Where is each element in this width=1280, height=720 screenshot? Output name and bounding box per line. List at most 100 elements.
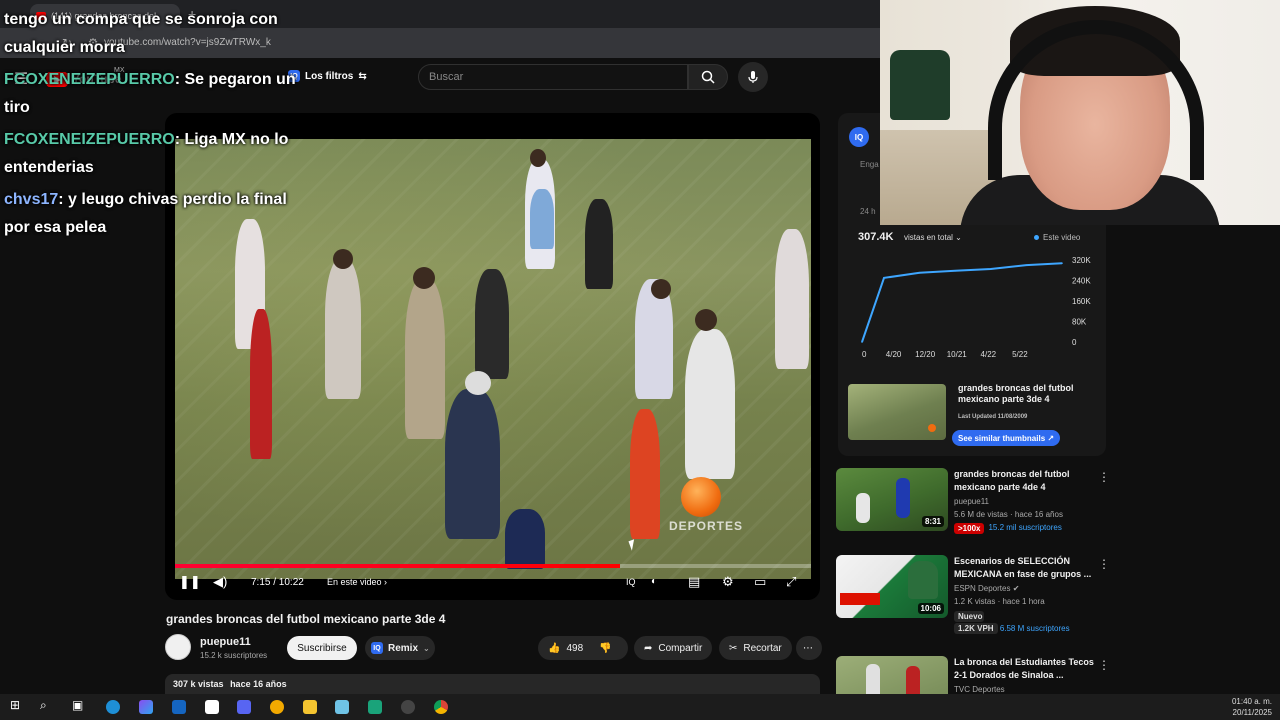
recommended-video[interactable]: La bronca del Estudiantes Tecos 2-1 Dora… xyxy=(836,656,1106,694)
more-vert-icon[interactable]: ⋮ xyxy=(1098,658,1106,672)
clock-date: 20/11/2025 xyxy=(1232,708,1272,717)
like-count[interactable]: 498 xyxy=(566,643,583,654)
legend-label: Este video xyxy=(1043,233,1081,242)
player-controls: ❚❚ ◀) 7:15 / 10:22 En este video › IQ ◐ … xyxy=(175,572,811,596)
chrome-icon[interactable] xyxy=(434,700,448,714)
subscribe-button[interactable]: Suscribirse xyxy=(287,636,357,660)
recommended-meta: 5.6 M de vistas · hace 16 años xyxy=(954,510,1063,519)
y-tick-label: 320K xyxy=(1072,256,1091,265)
more-vert-icon[interactable]: ⋮ xyxy=(1098,557,1110,571)
recommended-channel[interactable]: ESPN Deportes ✔ xyxy=(954,584,1019,593)
views-dropdown[interactable]: vistas en total ⌄ xyxy=(904,233,962,242)
app-icon[interactable] xyxy=(237,700,251,714)
copilot-icon[interactable] xyxy=(139,700,153,714)
duration-badge: 10:06 xyxy=(917,603,944,614)
thumbnail-title: grandes broncas del futbol mexicano part… xyxy=(958,383,1074,404)
volume-icon[interactable]: ◀) xyxy=(213,574,227,590)
y-tick-label: 0 xyxy=(1072,338,1077,347)
views-data-point xyxy=(954,269,956,272)
progress-bar[interactable] xyxy=(175,564,811,568)
broadcaster-watermark: DEPORTES xyxy=(669,519,744,533)
search-button[interactable] xyxy=(688,64,728,90)
vidiq-logo-icon[interactable]: IQ xyxy=(849,127,869,147)
file-explorer-icon[interactable] xyxy=(303,700,317,714)
sliders-icon: ⇆ xyxy=(358,70,367,82)
recommended-video[interactable]: 10:06 Escenarios de SELECCIÓN MEXICANA e… xyxy=(836,555,1110,634)
chevron-down-icon: ⌄ xyxy=(423,643,430,653)
search-icon xyxy=(701,70,715,84)
pause-icon[interactable]: ❚❚ xyxy=(179,574,201,590)
theater-mode-icon[interactable]: ▭ xyxy=(754,574,766,590)
recommended-video[interactable]: 8:31 grandes broncas del futbol mexicano… xyxy=(836,468,1110,538)
webcam-overlay xyxy=(880,0,1280,225)
recommended-thumbnail[interactable] xyxy=(836,656,948,694)
app-icon[interactable] xyxy=(368,700,382,714)
chevron-down-icon: ⌄ xyxy=(955,233,962,242)
clip-label: Recortar xyxy=(743,642,782,654)
settings-gear-icon[interactable]: ⚙ xyxy=(722,574,734,590)
recommended-channel[interactable]: TVC Deportes xyxy=(954,685,1005,694)
clock[interactable]: 01:40 a. m. 20/11/2025 xyxy=(1232,696,1272,718)
obs-icon[interactable] xyxy=(401,700,415,714)
y-tick-label: 80K xyxy=(1072,318,1087,327)
recommended-title[interactable]: Escenarios de SELECCIÓN MEXICANA en fase… xyxy=(954,555,1094,581)
legend-dot xyxy=(1034,235,1039,240)
search-input[interactable]: Buscar xyxy=(418,64,688,90)
search-taskbar-icon[interactable]: ⌕ xyxy=(40,698,54,712)
channel-avatar[interactable] xyxy=(165,634,191,660)
see-similar-thumbnails-button[interactable]: See similar thumbnails ↗ xyxy=(952,430,1061,446)
share-label: Compartir xyxy=(658,642,703,654)
dislike-icon[interactable]: 👎 xyxy=(599,643,611,654)
clip-button[interactable]: ✂ Recortar xyxy=(719,636,792,660)
recommended-thumbnail[interactable]: 10:06 xyxy=(836,555,948,618)
x-tick-label: 4/22 xyxy=(981,350,997,359)
remix-button[interactable]: IQ Remix ⌄ xyxy=(365,636,435,660)
recommended-thumbnail[interactable]: 8:31 xyxy=(836,468,948,531)
subtitles-icon[interactable]: ▤ xyxy=(688,574,700,590)
app-icon[interactable] xyxy=(335,700,349,714)
more-vert-icon[interactable]: ⋮ xyxy=(1098,470,1110,484)
app-icon[interactable] xyxy=(270,700,284,714)
period-label: 24 h xyxy=(860,207,876,216)
like-dislike-group: 👍 498 👎 xyxy=(538,636,628,660)
channel-name[interactable]: puepue11 xyxy=(200,636,251,648)
more-actions-button[interactable]: ⋯ xyxy=(796,636,822,660)
thumbnail-updated: Last Updated 11/08/2009 xyxy=(958,414,1028,420)
iq-player-icon[interactable]: IQ xyxy=(626,577,636,587)
voice-search-button[interactable] xyxy=(738,62,768,92)
chat-username: chvs17 xyxy=(4,191,59,208)
edge-icon[interactable] xyxy=(106,700,120,714)
share-button[interactable]: ➦ Compartir xyxy=(634,636,713,660)
chat-username: FCOXENEIZEPUERRO xyxy=(4,131,175,148)
recommended-channel-name: ESPN Deportes xyxy=(954,584,1011,593)
x-tick-label: 5/22 xyxy=(1012,350,1028,359)
channel-subscribers: 15.2 k suscriptores xyxy=(200,651,268,660)
views-data-point xyxy=(918,272,921,274)
windows-start-icon[interactable]: ⊞ xyxy=(10,698,24,712)
broadcaster-logo-icon xyxy=(681,477,721,517)
upload-age: hace 16 años xyxy=(230,679,287,689)
chart-legend: Este video xyxy=(1034,233,1080,242)
store-icon[interactable] xyxy=(205,700,219,714)
recommended-title[interactable]: grandes broncas del futbol mexicano part… xyxy=(954,468,1094,494)
like-icon[interactable]: 👍 xyxy=(548,643,560,654)
scissors-icon: ✂ xyxy=(729,642,738,654)
recommended-meta: 1.2 K vistas · hace 1 hora xyxy=(954,597,1045,606)
task-view-icon[interactable]: ▣ xyxy=(72,698,86,712)
mail-icon[interactable] xyxy=(172,700,186,714)
view-count: 307 k vistas xyxy=(173,679,224,689)
stream-chat-overlay: tengo un compa que se sonroja con cualqu… xyxy=(4,6,304,246)
chapter-button[interactable]: En este video › xyxy=(327,577,387,587)
recommended-title[interactable]: La bronca del Estudiantes Tecos 2-1 Dora… xyxy=(954,656,1094,682)
clock-time: 01:40 a. m. xyxy=(1231,697,1272,706)
autoplay-toggle-icon[interactable]: ◐ xyxy=(651,576,657,587)
fullscreen-icon[interactable]: ⤢ xyxy=(786,574,796,590)
new-badge: Nuevo xyxy=(954,611,984,622)
thumbnail-image[interactable] xyxy=(848,384,946,440)
x-tick-label: 4/20 xyxy=(886,350,902,359)
recommended-channel[interactable]: puepue11 xyxy=(954,497,989,506)
x-tick-label: 12/20 xyxy=(915,350,936,359)
x-tick-label: 0 xyxy=(862,350,867,359)
description-box[interactable]: 307 k vistas hace 16 años xyxy=(165,674,820,694)
video-title: grandes broncas del futbol mexicano part… xyxy=(166,612,446,626)
